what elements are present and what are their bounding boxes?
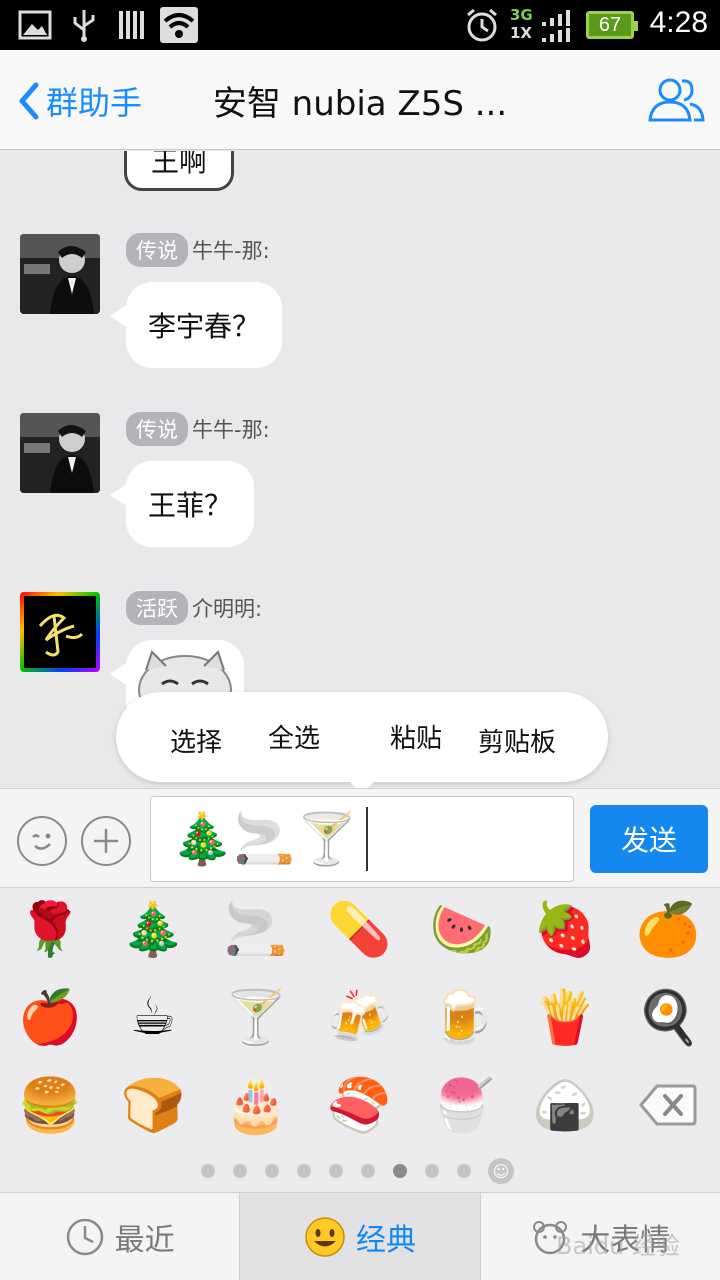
chevron-left-icon: [19, 82, 39, 120]
page-dot[interactable]: [329, 1164, 343, 1178]
input-content: 🎄🚬🍸: [171, 809, 358, 868]
message-bubble-partial[interactable]: 王啊: [124, 151, 235, 191]
emoji-cake[interactable]: 🎂: [206, 1065, 306, 1145]
menu-item-select-all[interactable]: 全选: [268, 718, 320, 755]
sender-name: 牛牛-那:: [192, 418, 270, 442]
battery-indicator: 67: [586, 11, 638, 39]
menu-item-clipboard[interactable]: 剪贴板: [478, 722, 556, 759]
emoji-watermelon[interactable]: 🍉: [412, 889, 512, 969]
page-dot[interactable]: [265, 1164, 279, 1178]
page-dot[interactable]: [297, 1164, 311, 1178]
emoji-orange[interactable]: 🍊: [618, 889, 718, 969]
emoji-coffee[interactable]: ☕: [103, 977, 203, 1057]
watermark: Baidu 经验: [556, 1232, 680, 1260]
sender-line: 传说 牛牛-那:: [126, 233, 270, 267]
menu-item-paste[interactable]: 粘贴: [390, 718, 442, 755]
status-bar: 3G 1X 67 4:28: [0, 0, 720, 50]
page-dot[interactable]: [425, 1164, 439, 1178]
emoji-shaved-ice[interactable]: 🍧: [412, 1065, 512, 1145]
message-bubble[interactable]: 李宇春？: [109, 282, 283, 368]
emoji-frying-pan[interactable]: 🍳: [618, 977, 718, 1057]
smiley-page-icon[interactable]: ☺: [488, 1158, 514, 1184]
emoji-cocktail[interactable]: 🍸: [206, 977, 306, 1057]
message-input[interactable]: 🎄🚬🍸: [150, 796, 574, 882]
sender-line: 活跃 介明明:: [126, 591, 262, 625]
emoji-pill[interactable]: 💊: [309, 889, 409, 969]
sender-line: 传说 牛牛-那:: [126, 412, 270, 446]
page-dot[interactable]: [457, 1164, 471, 1178]
emoji-beers[interactable]: 🍻: [309, 977, 409, 1057]
back-label: 群助手: [46, 84, 143, 122]
tab-label: 经典: [355, 1222, 416, 1258]
text-cursor: [365, 807, 368, 871]
emoji-apple[interactable]: 🍎: [0, 977, 100, 1057]
message-text: 李宇春？: [148, 310, 261, 343]
page-dot[interactable]: [361, 1164, 375, 1178]
tab-label: 最近: [114, 1222, 175, 1258]
emoji-sushi[interactable]: 🍣: [309, 1065, 409, 1145]
emoji-bread[interactable]: 🍞: [103, 1065, 203, 1145]
emoji-hamburger[interactable]: 🍔: [0, 1065, 100, 1145]
clock-icon: [65, 1217, 105, 1257]
status-badge: 传说: [126, 233, 188, 267]
signal-icon: [540, 8, 572, 42]
text-context-menu: 选择 全选 粘贴 剪贴板: [116, 692, 608, 794]
network-bottom-label: 1X: [510, 24, 533, 42]
sender-name: 介明明:: [192, 597, 263, 621]
message-text: 王菲？: [148, 489, 233, 522]
status-badge: 传说: [126, 412, 188, 446]
page-dot[interactable]: [233, 1164, 247, 1178]
emoji-strawberry[interactable]: 🍓: [515, 889, 615, 969]
message-bubble[interactable]: 王菲？: [109, 461, 255, 547]
emoji-fries[interactable]: 🍟: [515, 977, 615, 1057]
backspace-icon: [639, 1084, 697, 1126]
emoji-beer[interactable]: 🍺: [412, 977, 512, 1057]
page-title: 安智 nubia Z5S ...: [212, 84, 508, 124]
sd-card-icon: [116, 8, 146, 42]
wink-face-icon: [32, 833, 51, 850]
add-attachment-button[interactable]: [81, 816, 131, 866]
status-badge: 活跃: [126, 591, 188, 625]
clock-time: 4:28: [649, 6, 708, 39]
alarm-icon: [464, 8, 500, 42]
avatar[interactable]: [20, 234, 100, 314]
page-indicator: ☺: [0, 1158, 720, 1184]
avatar[interactable]: [20, 413, 100, 493]
emoji-toggle-button[interactable]: [17, 816, 67, 866]
network-top-label: 3G: [510, 6, 533, 24]
wifi-icon: [160, 7, 198, 43]
smiley-icon: [304, 1216, 346, 1258]
backspace-button[interactable]: [618, 1065, 718, 1145]
group-members-icon[interactable]: [646, 74, 706, 124]
message-text: 王啊: [151, 151, 208, 178]
page-dot[interactable]: [201, 1164, 215, 1178]
plus-icon: [94, 829, 118, 853]
emoji-christmas-tree[interactable]: 🎄: [103, 889, 203, 969]
sender-name: 牛牛-那:: [192, 239, 270, 263]
avatar[interactable]: [20, 592, 100, 672]
send-button[interactable]: 发送: [590, 805, 708, 873]
network-indicator: 3G 1X: [510, 6, 533, 42]
gallery-notification-icon: [18, 8, 52, 42]
emoji-panel: 🌹 🎄 🚬 💊 🍉 🍓 🍊 🍎 ☕ 🍸 🍻 🍺 🍟 🍳 🍔 🍞 🎂 🍣 🍧 🍙: [0, 889, 720, 1191]
emoji-cigarette[interactable]: 🚬: [206, 889, 306, 969]
back-button[interactable]: 群助手: [16, 78, 142, 124]
menu-item-select[interactable]: 选择: [170, 722, 222, 759]
input-bar: 🎄🚬🍸 发送: [0, 788, 720, 888]
emoji-rose[interactable]: 🌹: [0, 889, 100, 969]
emoji-rice-ball[interactable]: 🍙: [515, 1065, 615, 1145]
tab-classic[interactable]: 经典: [240, 1193, 481, 1280]
page-dot-active[interactable]: [393, 1164, 407, 1178]
tab-recent[interactable]: 最近: [0, 1193, 241, 1280]
usb-icon: [70, 8, 98, 42]
title-bar: 群助手 安智 nubia Z5S ...: [0, 50, 720, 150]
